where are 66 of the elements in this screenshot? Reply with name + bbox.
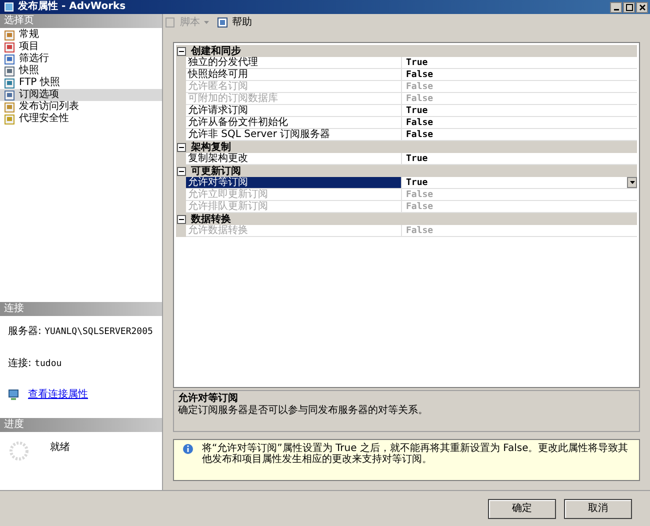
collapse-toggle-icon[interactable] — [177, 142, 186, 152]
page-icon — [4, 30, 15, 40]
page-icon — [4, 90, 15, 100]
page-item[interactable]: 项目 — [0, 41, 162, 53]
help-icon — [217, 17, 228, 28]
property-value[interactable]: True — [402, 177, 428, 188]
window-title: 发布属性 - AdvWorks — [18, 2, 126, 12]
page-item[interactable]: 代理安全性 — [0, 113, 162, 125]
property-value[interactable]: True — [402, 105, 428, 116]
page-icon — [4, 102, 15, 112]
category-label: 创建和同步 — [191, 44, 241, 56]
close-icon — [638, 4, 646, 10]
property-value[interactable]: False — [402, 129, 434, 140]
page-item[interactable]: 快照 — [0, 65, 162, 77]
property-value[interactable]: False — [402, 69, 434, 80]
property-name[interactable]: 允许对等订阅 — [186, 177, 402, 189]
minimize-button[interactable] — [610, 2, 622, 12]
property-value[interactable]: False — [402, 117, 434, 128]
section-header: 选择页 — [0, 14, 162, 28]
property-name[interactable]: 允许请求订阅 — [186, 105, 402, 117]
connection-properties-link[interactable]: 查看连接属性 — [28, 387, 88, 402]
info-text: 将“允许对等订阅”属性设置为 True 之后，就不能再将其重新设置为 False。更改此属性将导致其他发布和项目属性发生相应的更改来支持对等订阅。 — [202, 443, 630, 467]
page-item[interactable]: 筛选行 — [0, 53, 162, 65]
section-header: 连接 — [0, 302, 162, 316]
page-item[interactable]: 发布访问列表 — [0, 101, 162, 113]
collapse-toggle-icon[interactable] — [177, 46, 186, 56]
collapse-toggle-icon[interactable] — [177, 214, 186, 224]
collapse-toggle-icon[interactable] — [177, 166, 186, 176]
dropdown-button[interactable] — [627, 177, 637, 188]
property-name[interactable]: 允许非 SQL Server 订阅服务器 — [186, 129, 402, 141]
server-text: 服务器: YUANLQ\SQLSERVER2005 — [8, 325, 154, 339]
description-title: 允许对等订阅 — [178, 393, 239, 404]
maximize-button[interactable] — [623, 2, 635, 12]
property-value[interactable]: True — [402, 57, 428, 68]
page-item[interactable]: 常规 — [0, 29, 162, 41]
maximize-icon — [626, 4, 632, 10]
page-icon — [4, 54, 15, 64]
description-text: 确定订阅服务器是否可以参与同发布服务器的对等关系。 — [178, 405, 429, 417]
window-icon — [4, 2, 14, 12]
property-name[interactable]: 允许从备份文件初始化 — [186, 117, 402, 129]
page-icon — [4, 78, 15, 88]
page-icon — [4, 42, 15, 52]
page-icon — [4, 114, 15, 124]
progress-status: 就绪 — [50, 440, 70, 455]
dialog-button[interactable]: 取消 — [564, 498, 632, 518]
computer-icon — [8, 388, 20, 400]
script-icon — [165, 17, 176, 28]
dropdown-arrow-icon — [630, 181, 634, 184]
category-label: 可更新订阅 — [191, 164, 241, 176]
category-label: 架构复制 — [191, 140, 231, 152]
property-value[interactable]: True — [402, 153, 428, 164]
section-header: 进度 — [0, 418, 162, 432]
property-name[interactable]: 独立的分发代理 — [186, 57, 402, 69]
login-text: 连接: tudou — [8, 356, 63, 370]
page-item[interactable]: FTP 快照 — [0, 77, 162, 89]
property-name[interactable]: 复制架构更改 — [186, 153, 402, 165]
spinner-icon — [8, 440, 30, 462]
page-icon — [4, 66, 15, 76]
help-button[interactable]: 帮助 — [217, 15, 252, 30]
category-label: 数据转换 — [191, 212, 231, 224]
page-item[interactable]: 订阅选项 — [0, 89, 162, 101]
property-name[interactable]: 快照始终可用 — [186, 69, 402, 81]
info-icon — [182, 443, 194, 455]
dialog-button[interactable]: 确定 — [488, 498, 556, 518]
close-button[interactable] — [636, 2, 648, 12]
dropdown-arrow-icon — [204, 21, 209, 24]
